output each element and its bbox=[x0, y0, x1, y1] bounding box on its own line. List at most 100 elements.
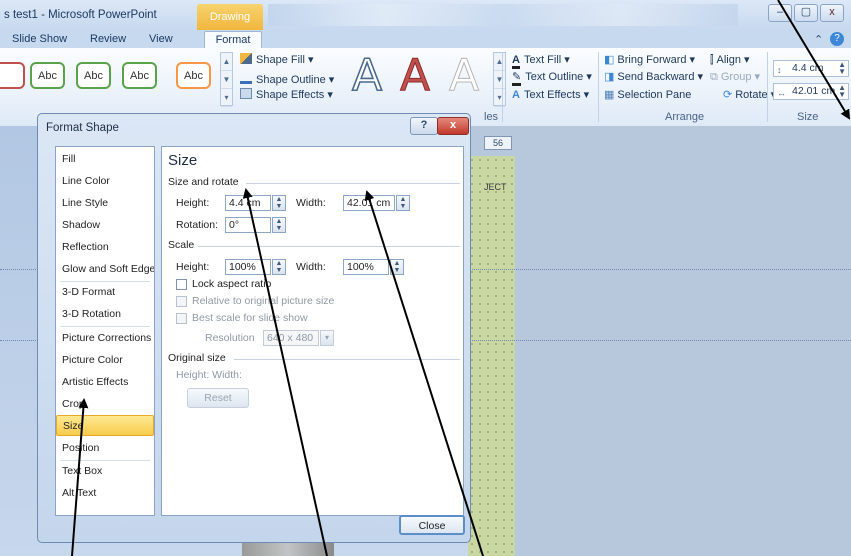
nav-item-shadow[interactable]: Shadow bbox=[56, 215, 154, 236]
dialog-title: Format Shape bbox=[46, 122, 119, 134]
send-backward-button[interactable]: ◨ Send Backward ▾ bbox=[604, 70, 703, 83]
relative-size-checkbox[interactable] bbox=[176, 296, 187, 307]
close-window-button[interactable]: x bbox=[820, 4, 844, 22]
tab-view[interactable]: View bbox=[149, 33, 173, 45]
wordart-style-outline[interactable]: A bbox=[345, 52, 389, 100]
ribbon-height-field[interactable]: ↕ 4.4 cm ▲ ▼ bbox=[773, 60, 849, 77]
group-separator bbox=[502, 52, 503, 122]
help-icon[interactable]: ? bbox=[830, 32, 844, 46]
shape-outline-button[interactable]: Shape Outline ▾ bbox=[240, 70, 334, 86]
nav-item-text-box[interactable]: Text Box bbox=[56, 461, 154, 482]
shape-effects-button[interactable]: Shape Effects ▾ bbox=[240, 88, 333, 101]
nav-item-line-style[interactable]: Line Style bbox=[56, 193, 154, 214]
minimize-ribbon-icon[interactable]: ⌃ bbox=[814, 33, 823, 46]
bring-forward-icon: ◧ bbox=[604, 54, 615, 66]
shape-style-swatch[interactable]: Abc bbox=[176, 62, 211, 89]
wordart-style-red[interactable]: A bbox=[393, 52, 437, 99]
title-bar: s test1 - Microsoft PowerPoint Drawing T… bbox=[0, 0, 851, 49]
rotation-label: Rotation: bbox=[176, 219, 219, 231]
width-label: Width: bbox=[296, 197, 326, 209]
powerpoint-window: s test1 - Microsoft PowerPoint Drawing T… bbox=[0, 0, 851, 556]
wordart-style-light[interactable]: A bbox=[442, 52, 486, 99]
ribbon-width-field[interactable]: ↔ 42.01 cm ▲ ▼ bbox=[773, 83, 849, 100]
scale-width-spin-button[interactable]: ▲ ▼ bbox=[390, 259, 404, 275]
nav-item-fill[interactable]: Fill bbox=[56, 149, 154, 170]
shape-style-swatch[interactable]: Abc bbox=[30, 62, 65, 89]
width-spinner[interactable]: ▲ ▼ bbox=[838, 84, 846, 99]
text-fill-button[interactable]: A Text Fill ▾ bbox=[512, 53, 570, 69]
shape-style-swatch[interactable]: Abc bbox=[122, 62, 157, 89]
arrange-group-label: Arrange bbox=[665, 111, 705, 123]
nav-item-3d-format[interactable]: 3-D Format bbox=[56, 282, 154, 303]
tab-review[interactable]: Review bbox=[90, 33, 126, 45]
section-divider bbox=[246, 183, 460, 184]
format-categories-list: Fill Line Color Line Style Shadow Reflec… bbox=[55, 146, 155, 516]
shape-styles-gallery-scroll[interactable]: ▲ ▼ ▾ bbox=[220, 52, 233, 107]
selection-pane-button[interactable]: ▦ Selection Pane bbox=[604, 88, 691, 101]
shape-style-swatch[interactable] bbox=[0, 62, 25, 89]
nav-item-line-color[interactable]: Line Color bbox=[56, 171, 154, 192]
close-dialog-button[interactable]: Close bbox=[399, 515, 465, 535]
best-scale-checkbox[interactable] bbox=[176, 313, 187, 324]
group-separator bbox=[767, 52, 768, 122]
resolution-select[interactable]: 640 x 480 bbox=[263, 330, 319, 346]
nav-item-picture-corrections[interactable]: Picture Corrections bbox=[56, 328, 154, 349]
dialog-close-x-button[interactable]: x bbox=[437, 117, 469, 135]
minimize-button[interactable]: – bbox=[768, 4, 792, 22]
height-spinner[interactable]: ▲ ▼ bbox=[838, 61, 846, 76]
text-fill-icon: A bbox=[512, 54, 520, 69]
nav-item-picture-color[interactable]: Picture Color bbox=[56, 350, 154, 371]
maximize-button[interactable]: ▢ bbox=[794, 4, 818, 22]
group-separator bbox=[598, 52, 599, 122]
dialog-help-button[interactable]: ? bbox=[410, 117, 438, 135]
nav-item-reflection[interactable]: Reflection bbox=[56, 237, 154, 258]
scale-height-spin-button[interactable]: ▲ ▼ bbox=[272, 259, 286, 275]
rotate-button[interactable]: ⟳ Rotate ▾ bbox=[723, 88, 776, 101]
text-outline-button[interactable]: ✎ Text Outline ▾ bbox=[512, 70, 592, 86]
nav-item-size[interactable]: Size bbox=[56, 415, 154, 436]
resolution-dropdown-icon[interactable]: ▾ bbox=[320, 330, 334, 346]
tab-format[interactable]: Format bbox=[204, 31, 262, 49]
scale-height-input[interactable]: 100% bbox=[225, 259, 271, 275]
selected-shape[interactable] bbox=[468, 156, 515, 556]
nav-item-3d-rotation[interactable]: 3-D Rotation bbox=[56, 304, 154, 325]
scale-height-label: Height: bbox=[176, 261, 210, 273]
width-input[interactable]: 42.01 cm bbox=[343, 195, 395, 211]
nav-item-crop[interactable]: Crop bbox=[56, 394, 154, 415]
tab-slide-show[interactable]: Slide Show bbox=[12, 33, 67, 45]
ribbon-tabs: Slide Show Review View Format ⌃ ? bbox=[0, 30, 851, 49]
slide-canvas[interactable] bbox=[468, 126, 851, 556]
lock-aspect-checkbox[interactable] bbox=[176, 279, 187, 290]
format-shape-dialog: Format Shape ? x Fill Line Color Line St… bbox=[37, 113, 471, 543]
guide-line bbox=[0, 340, 42, 341]
shape-fill-button[interactable]: Shape Fill ▾ bbox=[240, 53, 314, 66]
resolution-label: Resolution bbox=[205, 332, 255, 344]
nav-item-artistic-effects[interactable]: Artistic Effects bbox=[56, 372, 154, 393]
nav-item-alt-text[interactable]: Alt Text bbox=[56, 483, 154, 504]
original-size-section-label: Original size bbox=[168, 352, 226, 364]
send-backward-icon: ◨ bbox=[604, 71, 615, 83]
scale-width-label: Width: bbox=[296, 261, 326, 273]
align-button[interactable]: ⫿ Align ▾ bbox=[710, 53, 750, 67]
original-size-values: Height: Width: bbox=[176, 369, 242, 381]
text-effects-button[interactable]: A Text Effects ▾ bbox=[512, 88, 589, 101]
height-input[interactable]: 4.4 cm bbox=[225, 195, 271, 211]
guide-line bbox=[0, 269, 42, 270]
rotation-spin-button[interactable]: ▲ ▼ bbox=[272, 217, 286, 233]
height-spin-button[interactable]: ▲ ▼ bbox=[272, 195, 286, 211]
text-outline-icon: ✎ bbox=[512, 71, 522, 86]
text-effects-icon: A bbox=[512, 89, 520, 101]
nav-item-glow-soft-edges[interactable]: Glow and Soft Edges bbox=[56, 259, 154, 280]
width-spin-button[interactable]: ▲ ▼ bbox=[396, 195, 410, 211]
scale-width-input[interactable]: 100% bbox=[343, 259, 389, 275]
nav-item-position[interactable]: Position bbox=[56, 438, 154, 459]
rotate-icon: ⟳ bbox=[723, 89, 733, 101]
group-button[interactable]: ⧉ Group ▾ bbox=[710, 70, 760, 84]
shape-effects-icon bbox=[240, 88, 252, 99]
wordart-gallery-scroll[interactable]: ▲ ▼ ▾ bbox=[493, 52, 506, 107]
reset-button[interactable]: Reset bbox=[187, 388, 249, 408]
rotation-input[interactable]: 0° bbox=[225, 217, 271, 233]
width-icon: ↔ bbox=[777, 88, 786, 98]
bring-forward-button[interactable]: ◧ Bring Forward ▾ bbox=[604, 53, 695, 66]
shape-style-swatch[interactable]: Abc bbox=[76, 62, 111, 89]
